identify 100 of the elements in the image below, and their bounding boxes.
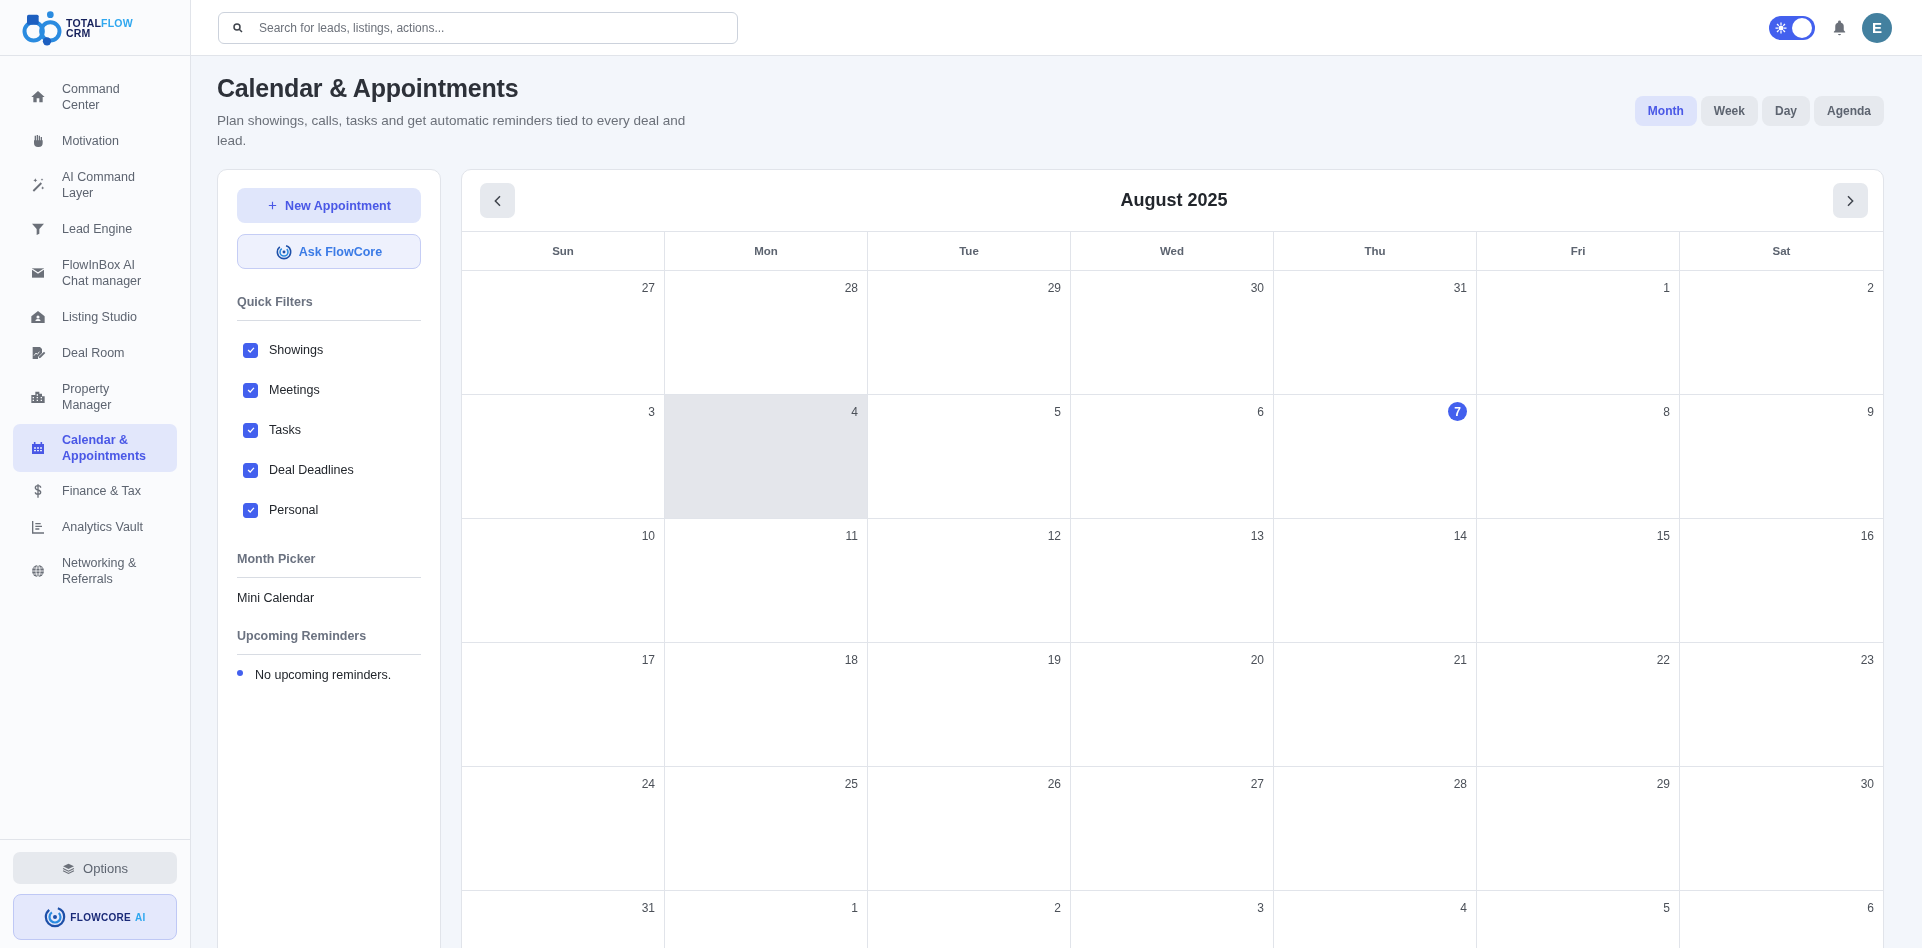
day-number: 27 [640,279,655,297]
day-cell[interactable]: 3 [1071,891,1274,948]
day-cell[interactable]: 11 [665,519,868,643]
flowcore-ai-button[interactable]: FLOWCORE AI [13,894,177,940]
plus-icon [267,200,279,211]
view-tab[interactable]: Week [1700,96,1758,126]
magic-wand-icon [30,177,46,193]
weekday-header: Fri [1477,232,1680,271]
day-cell[interactable]: 10 [462,519,665,643]
day-cell[interactable]: 2 [868,891,1071,948]
day-cell[interactable]: 6 [1071,395,1274,519]
sidebar-item[interactable]: Analytics Vault [13,510,177,544]
filter-label: Meetings [269,383,320,397]
day-cell[interactable]: 27 [462,271,665,395]
checkbox[interactable] [243,342,258,358]
day-cell[interactable]: 29 [1477,767,1680,891]
day-cell[interactable]: 30 [1071,271,1274,395]
sidebar-item[interactable]: Deal Room [13,336,177,370]
day-cell[interactable]: 13 [1071,519,1274,643]
sidebar-item[interactable]: Motivation [13,124,177,158]
day-number: 2 [1053,899,1061,917]
check-icon [245,505,256,515]
bell-icon[interactable] [1831,19,1848,36]
day-number: 14 [1452,527,1467,545]
day-cell[interactable]: 24 [462,767,665,891]
checkbox[interactable] [243,422,258,438]
day-cell[interactable]: 28 [1274,767,1477,891]
day-number: 3 [1256,899,1264,917]
day-cell[interactable]: 18 [665,643,868,767]
day-number: 3 [647,403,655,421]
weekday-header: Mon [665,232,868,271]
checkbox[interactable] [243,502,258,518]
day-cell[interactable]: 19 [868,643,1071,767]
filter-label: Personal [269,503,319,517]
day-number: 4 [850,403,858,421]
day-number: 22 [1655,651,1670,669]
bar-chart-icon [30,519,46,535]
day-cell[interactable]: 25 [665,767,868,891]
sidebar-item[interactable]: AI Command Layer [13,160,177,210]
day-cell[interactable]: 7 [1274,395,1477,519]
bullet-dot [237,670,243,676]
checkbox[interactable] [243,462,258,478]
day-cell[interactable]: 31 [1274,271,1477,395]
user-avatar[interactable]: E [1862,12,1892,43]
day-number: 15 [1655,527,1670,545]
day-cell[interactable]: 31 [462,891,665,948]
new-appointment-button[interactable]: New Appointment [237,188,421,223]
section-heading: Month Picker [237,552,421,578]
sidebar-item[interactable]: Command Center [13,72,177,122]
day-cell[interactable]: 22 [1477,643,1680,767]
day-number: 28 [1452,775,1467,793]
day-cell[interactable]: 27 [1071,767,1274,891]
search-field[interactable]: Search for leads, listings, actions... [218,11,738,44]
day-cell[interactable]: 14 [1274,519,1477,643]
day-number: 4 [1459,899,1467,917]
weekday-header: Sun [462,232,665,271]
day-cell[interactable]: 15 [1477,519,1680,643]
sidebar-item[interactable]: Calendar & Appointments [13,424,177,472]
day-cell[interactable]: 5 [868,395,1071,519]
day-cell[interactable]: 29 [868,271,1071,395]
day-cell[interactable]: 5 [1477,891,1680,948]
calendar-icon [30,440,46,456]
day-number: 29 [1655,775,1670,793]
sidebar-item[interactable]: Lead Engine [13,212,177,246]
day-cell[interactable]: 2 [1680,271,1883,395]
day-cell[interactable]: 9 [1680,395,1883,519]
day-number: 21 [1452,651,1467,669]
day-number: 6 [1866,899,1874,917]
view-tab[interactable]: Month [1634,96,1697,126]
day-cell[interactable]: 1 [665,891,868,948]
day-cell[interactable]: 21 [1274,643,1477,767]
checkbox[interactable] [243,382,258,398]
view-tab[interactable]: Day [1761,96,1810,126]
day-cell[interactable]: 23 [1680,643,1883,767]
day-cell[interactable]: 4 [665,395,868,519]
day-cell[interactable]: 1 [1477,271,1680,395]
day-number: 5 [1662,899,1670,917]
day-number: 23 [1859,651,1874,669]
day-cell[interactable]: 8 [1477,395,1680,519]
options-button[interactable]: Options [13,852,177,884]
day-cell[interactable]: 6 [1680,891,1883,948]
day-cell[interactable]: 4 [1274,891,1477,948]
day-cell[interactable]: 12 [868,519,1071,643]
weekday-header: Tue [868,232,1071,271]
sidebar-item[interactable]: Property Manager [13,372,177,422]
theme-toggle[interactable] [1769,15,1815,40]
sidebar-item[interactable]: Networking & Referrals [13,546,177,596]
ask-flowcore-button[interactable]: Ask FlowCore [237,234,421,269]
sidebar-item[interactable]: Finance & Tax [13,474,177,508]
view-tab[interactable]: Agenda [1814,96,1884,126]
sidebar-item[interactable]: Listing Studio [13,300,177,334]
layers-icon [62,861,76,875]
day-cell[interactable]: 17 [462,643,665,767]
day-cell[interactable]: 16 [1680,519,1883,643]
day-cell[interactable]: 30 [1680,767,1883,891]
filter-label: Deal Deadlines [269,463,354,477]
day-cell[interactable]: 20 [1071,643,1274,767]
sidebar-item[interactable]: FlowInBox AI Chat manager [13,248,177,298]
day-number: 1 [1662,279,1670,297]
day-cell[interactable]: 26 [868,767,1071,891]
